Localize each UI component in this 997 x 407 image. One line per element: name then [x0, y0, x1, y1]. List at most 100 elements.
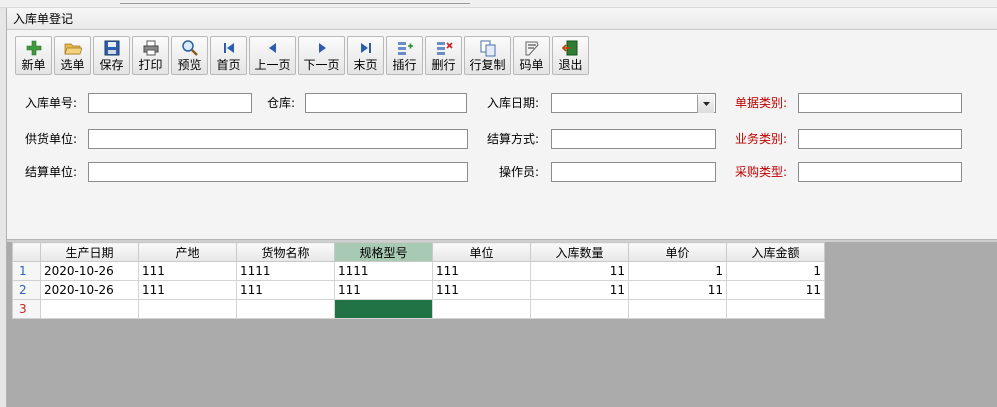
- table-cell[interactable]: 111: [432, 280, 531, 300]
- table-cell[interactable]: [432, 299, 531, 319]
- table-row: 2 2020-10-26 111 111 111 111 11 11 11: [12, 280, 825, 300]
- column-header[interactable]: 入库金额: [726, 242, 825, 262]
- save-button[interactable]: 保存: [93, 36, 130, 75]
- column-header[interactable]: 单价: [628, 242, 727, 262]
- supplier-input[interactable]: [88, 129, 468, 149]
- stock-in-window: 入库单登记 新单 选单 保存 打印 预览 首页 上一页 下一页 末页 插行 删行…: [6, 8, 997, 407]
- barcode-button-label: 码单: [519, 58, 544, 72]
- table-cell[interactable]: 2020-10-26: [40, 280, 139, 300]
- table-cell[interactable]: 11: [530, 280, 629, 300]
- table-cell[interactable]: [726, 299, 825, 319]
- active-cell[interactable]: [334, 299, 433, 319]
- biz-type-label: 业务类别:: [735, 132, 788, 146]
- table-cell[interactable]: 11: [726, 280, 825, 300]
- column-header[interactable]: 货物名称: [236, 242, 335, 262]
- exit-button-label: 退出: [558, 58, 583, 72]
- toolbar: 新单 选单 保存 打印 预览 首页 上一页 下一页 末页 插行 删行 行复制 码…: [15, 36, 589, 76]
- next-page-button[interactable]: 下一页: [298, 36, 345, 75]
- window-title: 入库单登记: [7, 8, 997, 30]
- table-cell[interactable]: 111: [236, 280, 335, 300]
- next-arrow-icon: [313, 39, 331, 57]
- table-row-current: 3: [12, 299, 825, 319]
- row-number-current[interactable]: 3: [12, 299, 41, 319]
- delete-row-icon: [435, 39, 453, 57]
- exit-door-icon: [561, 39, 580, 57]
- preview-button[interactable]: 预览: [171, 36, 208, 75]
- supplier-label: 供货单位:: [25, 132, 78, 146]
- warehouse-label: 仓库:: [267, 96, 296, 110]
- purchase-type-input[interactable]: [798, 162, 962, 182]
- table-cell[interactable]: 11: [530, 261, 629, 281]
- table-cell[interactable]: 111: [432, 261, 531, 281]
- insert-row-button[interactable]: 插行: [386, 36, 423, 75]
- order-no-label: 入库单号:: [25, 96, 78, 110]
- detail-grid: 生产日期 产地 货物名称 规格型号 单位 入库数量 单价 入库金额 1 2020…: [12, 242, 825, 319]
- new-button[interactable]: 新单: [15, 36, 52, 75]
- folder-open-icon: [64, 39, 82, 57]
- copy-icon: [479, 39, 497, 57]
- select-button-label: 选单: [60, 58, 85, 72]
- last-page-button-label: 末页: [353, 58, 378, 72]
- column-header[interactable]: 生产日期: [40, 242, 139, 262]
- next-page-button-label: 下一页: [303, 58, 340, 72]
- table-cell[interactable]: 111: [334, 280, 433, 300]
- table-cell[interactable]: [40, 299, 139, 319]
- floppy-disk-icon: [103, 39, 121, 57]
- table-cell[interactable]: 2020-10-26: [40, 261, 139, 281]
- magnifier-icon: [181, 39, 199, 57]
- operator-label: 操作员:: [499, 165, 540, 179]
- select-button[interactable]: 选单: [54, 36, 91, 75]
- copy-row-button-label: 行复制: [469, 58, 506, 72]
- delete-row-button-label: 删行: [431, 58, 456, 72]
- doc-type-label: 单据类别:: [735, 96, 788, 110]
- new-button-label: 新单: [21, 58, 46, 72]
- settle-method-input[interactable]: [551, 129, 716, 149]
- delete-row-button[interactable]: 删行: [425, 36, 462, 75]
- print-button[interactable]: 打印: [132, 36, 169, 75]
- table-cell[interactable]: 1: [628, 261, 727, 281]
- chevron-down-icon[interactable]: [697, 95, 714, 113]
- table-cell[interactable]: [628, 299, 727, 319]
- insert-row-icon: [396, 39, 414, 57]
- preview-button-label: 预览: [177, 58, 202, 72]
- copy-row-button[interactable]: 行复制: [464, 36, 511, 75]
- prev-page-button[interactable]: 上一页: [249, 36, 296, 75]
- grid-corner[interactable]: [12, 242, 41, 262]
- settle-unit-input[interactable]: [88, 162, 468, 182]
- table-cell[interactable]: 111: [138, 280, 237, 300]
- save-button-label: 保存: [99, 58, 124, 72]
- first-page-button[interactable]: 首页: [210, 36, 247, 75]
- column-header[interactable]: 产地: [138, 242, 237, 262]
- printer-icon: [142, 39, 160, 57]
- table-cell[interactable]: [138, 299, 237, 319]
- background-window-strip: [0, 0, 997, 8]
- table-cell[interactable]: 1: [726, 261, 825, 281]
- exit-button[interactable]: 退出: [552, 36, 589, 75]
- row-number[interactable]: 1: [12, 261, 41, 281]
- order-no-input[interactable]: [88, 93, 252, 113]
- table-cell[interactable]: [530, 299, 629, 319]
- table-cell[interactable]: 11: [628, 280, 727, 300]
- first-page-icon: [220, 39, 238, 57]
- column-header-selected[interactable]: 规格型号: [334, 242, 433, 262]
- background-window-edge: [120, 0, 470, 4]
- warehouse-input[interactable]: [305, 93, 467, 113]
- table-cell[interactable]: 1111: [334, 261, 433, 281]
- last-page-button[interactable]: 末页: [347, 36, 384, 75]
- operator-input[interactable]: [551, 162, 716, 182]
- barcode-button[interactable]: 码单: [513, 36, 550, 75]
- first-page-button-label: 首页: [216, 58, 241, 72]
- table-cell[interactable]: [236, 299, 335, 319]
- table-cell[interactable]: 111: [138, 261, 237, 281]
- header-form: 入库单号: 仓库: 入库日期: 单据类别: 供货单位: 结算方式: 业务类别: …: [7, 83, 997, 243]
- settle-unit-label: 结算单位:: [25, 165, 78, 179]
- row-number[interactable]: 2: [12, 280, 41, 300]
- prev-page-button-label: 上一页: [254, 58, 291, 72]
- column-header[interactable]: 入库数量: [530, 242, 629, 262]
- column-header[interactable]: 单位: [432, 242, 531, 262]
- date-label: 入库日期:: [487, 96, 540, 110]
- date-combo[interactable]: [551, 93, 716, 113]
- table-cell[interactable]: 1111: [236, 261, 335, 281]
- doc-type-input[interactable]: [798, 93, 962, 113]
- biz-type-input[interactable]: [798, 129, 962, 149]
